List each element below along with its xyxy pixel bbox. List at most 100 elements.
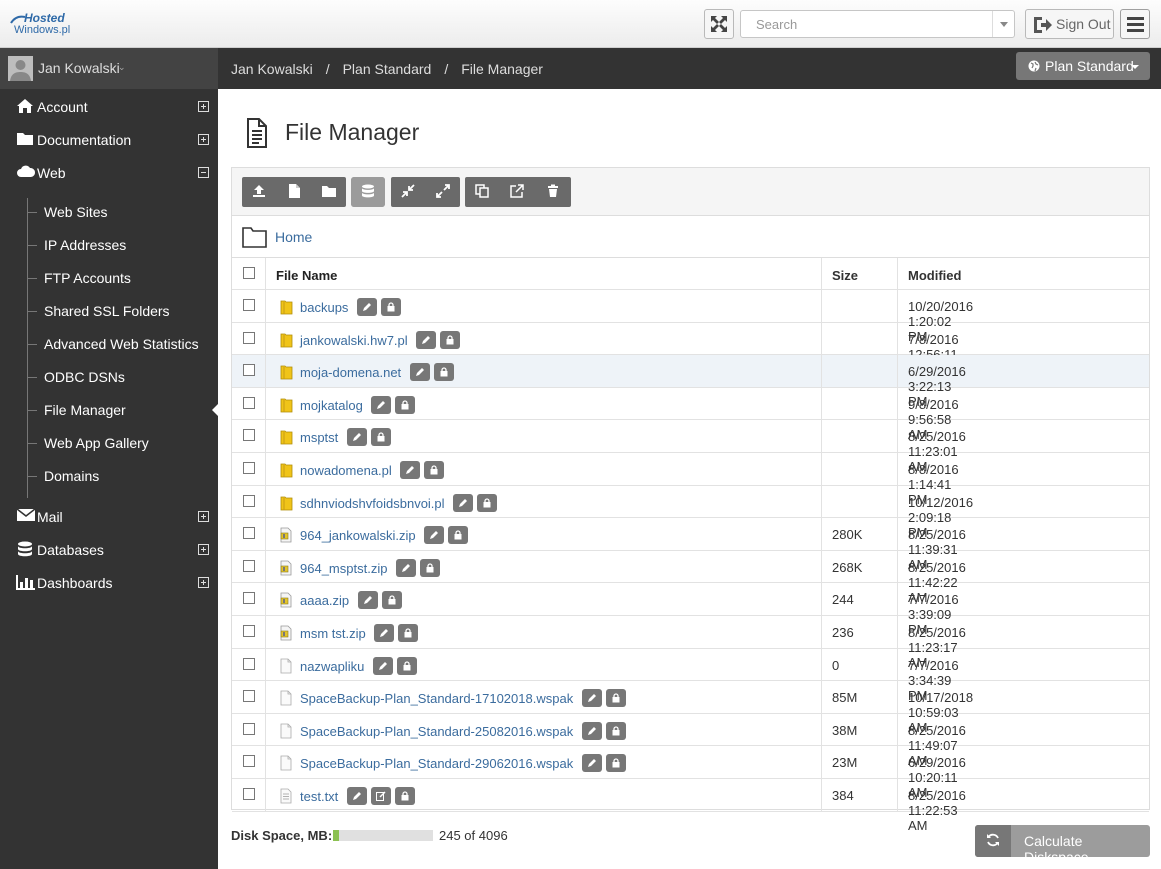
breadcrumb-user[interactable]: Jan Kowalski bbox=[231, 61, 313, 77]
rename-button[interactable] bbox=[371, 395, 391, 414]
nav-mail[interactable]: Mail bbox=[0, 500, 218, 533]
sidebar-item-domains[interactable]: Domains bbox=[28, 460, 218, 493]
permissions-button[interactable] bbox=[371, 428, 391, 447]
file-name-link[interactable]: nowadomena.pl bbox=[300, 463, 392, 478]
permissions-button[interactable] bbox=[395, 786, 415, 805]
calculate-diskspace-button[interactable]: Calculate Diskspace bbox=[975, 825, 1150, 865]
sidebar-item-file-manager[interactable]: File Manager bbox=[28, 394, 218, 427]
row-checkbox[interactable] bbox=[243, 331, 255, 344]
file-name-link[interactable]: aaaa.zip bbox=[300, 593, 349, 608]
create-database-button[interactable] bbox=[351, 177, 385, 207]
rename-button[interactable] bbox=[582, 754, 602, 773]
file-name-link[interactable]: test.txt bbox=[300, 789, 338, 804]
row-checkbox[interactable] bbox=[243, 364, 255, 377]
row-checkbox[interactable] bbox=[243, 787, 255, 800]
new-file-button[interactable] bbox=[277, 177, 311, 207]
permissions-button[interactable] bbox=[382, 591, 402, 610]
sidebar-item-shared-ssl-folders[interactable]: Shared SSL Folders bbox=[28, 295, 218, 328]
table-row[interactable]: backups 10/20/2016 1:20:02 PM bbox=[232, 290, 1149, 344]
permissions-button[interactable] bbox=[606, 754, 626, 773]
expand-icon[interactable] bbox=[198, 101, 209, 112]
table-row[interactable]: moja-domena.net 6/29/2016 3:22:13 PM bbox=[232, 355, 1149, 409]
rename-button[interactable] bbox=[358, 591, 378, 610]
column-header-modified[interactable]: Modified bbox=[908, 268, 961, 283]
copy-button[interactable] bbox=[465, 177, 499, 207]
file-name-link[interactable]: SpaceBackup-Plan_Standard-17102018.wspak bbox=[300, 691, 573, 706]
nav-databases[interactable]: Databases bbox=[0, 533, 218, 566]
table-row[interactable]: test.txt 384 8/25/2016 11:22:53 AM bbox=[232, 778, 1149, 833]
row-checkbox[interactable] bbox=[243, 657, 255, 670]
sidebar-item-odbc-dsns[interactable]: ODBC DSNs bbox=[28, 361, 218, 394]
row-checkbox[interactable] bbox=[243, 527, 255, 540]
rename-button[interactable] bbox=[347, 786, 367, 805]
move-button[interactable] bbox=[500, 177, 534, 207]
table-row[interactable]: SpaceBackup-Plan_Standard-29062016.wspak… bbox=[232, 746, 1149, 800]
permissions-button[interactable] bbox=[397, 656, 417, 675]
row-checkbox[interactable] bbox=[243, 559, 255, 572]
rename-button[interactable] bbox=[453, 493, 473, 512]
row-checkbox[interactable] bbox=[243, 722, 255, 735]
sidebar-item-ftp-accounts[interactable]: FTP Accounts bbox=[28, 262, 218, 295]
file-name-link[interactable]: 964_jankowalski.zip bbox=[300, 528, 416, 543]
column-header-size[interactable]: Size bbox=[832, 268, 858, 283]
sign-out-button[interactable]: Sign Out bbox=[1025, 9, 1114, 39]
table-row[interactable]: msm tst.zip 236 8/25/2016 11:23:17 AM bbox=[232, 615, 1149, 670]
row-checkbox[interactable] bbox=[243, 592, 255, 605]
file-name-link[interactable]: msm tst.zip bbox=[300, 626, 366, 641]
file-name-link[interactable]: SpaceBackup-Plan_Standard-25082016.wspak bbox=[300, 724, 573, 739]
home-link[interactable]: Home bbox=[275, 229, 312, 245]
table-row[interactable]: msptst 8/25/2016 11:23:01 AM bbox=[232, 420, 1149, 474]
permissions-button[interactable] bbox=[395, 395, 415, 414]
rename-button[interactable] bbox=[400, 460, 420, 479]
rename-button[interactable] bbox=[396, 558, 416, 577]
sidebar-item-ip-addresses[interactable]: IP Addresses bbox=[28, 229, 218, 262]
row-checkbox[interactable] bbox=[243, 494, 255, 507]
table-row[interactable]: 964_msptst.zip 268K 8/25/2016 11:42:22 AM bbox=[232, 550, 1149, 605]
search-input[interactable] bbox=[741, 11, 993, 37]
user-menu[interactable]: Jan Kowalski ⌄ bbox=[0, 48, 218, 89]
upload-button[interactable] bbox=[242, 177, 276, 207]
row-checkbox[interactable] bbox=[243, 429, 255, 442]
table-row[interactable]: SpaceBackup-Plan_Standard-25082016.wspak… bbox=[232, 713, 1149, 768]
extract-button[interactable] bbox=[426, 177, 460, 207]
file-name-link[interactable]: backups bbox=[300, 300, 348, 315]
rename-button[interactable] bbox=[424, 526, 444, 545]
delete-button[interactable] bbox=[536, 177, 570, 207]
rename-button[interactable] bbox=[374, 623, 394, 642]
row-checkbox[interactable] bbox=[243, 396, 255, 409]
permissions-button[interactable] bbox=[440, 330, 460, 349]
file-name-link[interactable]: jankowalski.hw7.pl bbox=[300, 333, 408, 348]
sidebar-item-web-app-gallery[interactable]: Web App Gallery bbox=[28, 427, 218, 460]
compress-button[interactable] bbox=[391, 177, 425, 207]
row-checkbox[interactable] bbox=[243, 624, 255, 637]
logo[interactable]: Hosted Windows.pl bbox=[10, 9, 80, 39]
file-name-link[interactable]: msptst bbox=[300, 430, 338, 445]
row-checkbox[interactable] bbox=[243, 690, 255, 703]
permissions-button[interactable] bbox=[424, 460, 444, 479]
file-name-link[interactable]: nazwapliku bbox=[300, 659, 364, 674]
file-name-link[interactable]: mojkatalog bbox=[300, 398, 363, 413]
file-name-link[interactable]: sdhnviodshvfoidsbnvoi.pl bbox=[300, 496, 445, 511]
table-row[interactable]: SpaceBackup-Plan_Standard-17102018.wspak… bbox=[232, 681, 1149, 735]
breadcrumb-plan[interactable]: Plan Standard bbox=[343, 61, 432, 77]
rename-button[interactable] bbox=[357, 298, 377, 316]
expand-icon[interactable] bbox=[198, 134, 209, 145]
permissions-button[interactable] bbox=[477, 493, 497, 512]
expand-icon[interactable] bbox=[198, 511, 209, 522]
rename-button[interactable] bbox=[347, 428, 367, 447]
expand-icon[interactable] bbox=[198, 577, 209, 588]
file-name-link[interactable]: 964_msptst.zip bbox=[300, 561, 387, 576]
expand-icon[interactable] bbox=[198, 544, 209, 555]
fullscreen-button[interactable] bbox=[704, 9, 734, 39]
table-row[interactable]: aaaa.zip 244 7/7/2016 3:39:09 PM bbox=[232, 583, 1149, 637]
rename-button[interactable] bbox=[582, 689, 602, 708]
row-checkbox[interactable] bbox=[243, 755, 255, 768]
plan-switcher-button[interactable]: Plan Standard bbox=[1016, 52, 1150, 80]
permissions-button[interactable] bbox=[606, 689, 626, 708]
search-dropdown-toggle[interactable] bbox=[992, 11, 1014, 37]
select-all-checkbox[interactable] bbox=[243, 267, 255, 279]
new-folder-button[interactable] bbox=[312, 177, 346, 207]
row-checkbox[interactable] bbox=[243, 461, 255, 474]
permissions-button[interactable] bbox=[381, 298, 401, 316]
nav-account[interactable]: Account bbox=[0, 90, 218, 123]
